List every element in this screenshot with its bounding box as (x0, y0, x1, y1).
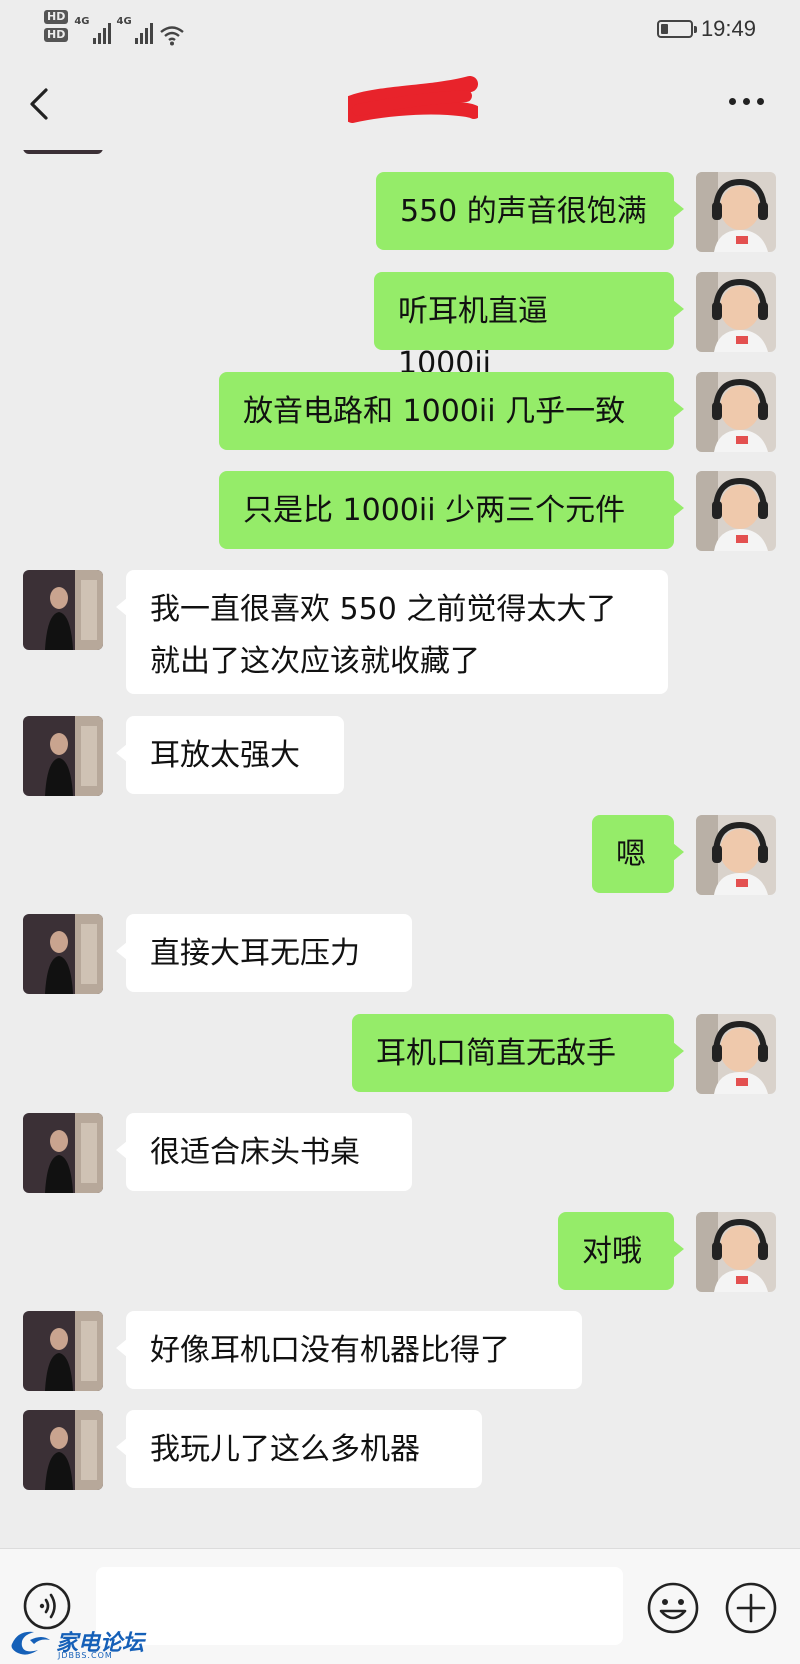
message-row: 对哦 (0, 1212, 800, 1292)
battery-icon (656, 20, 697, 38)
voice-icon[interactable] (22, 1581, 72, 1631)
message-row: 好像耳机口没有机器比得了 (0, 1311, 800, 1391)
redacted-title-scribble (348, 76, 478, 123)
received-message-bubble[interactable]: 很适合床头书桌 (116, 1113, 412, 1191)
message-row: 耳放太强大 (0, 716, 800, 796)
chat-messages[interactable]: 550 的声音很饱满听耳机直逼 1000ii 放音电路和 1000ii 几乎一致只… (0, 150, 800, 1548)
message-row: 听耳机直逼 1000ii (0, 272, 800, 381)
contact-avatar[interactable] (23, 716, 103, 796)
my-avatar[interactable] (696, 471, 776, 551)
contact-avatar[interactable] (23, 914, 103, 994)
message-row: 很适合床头书桌 (0, 1113, 800, 1193)
my-avatar[interactable] (696, 815, 776, 895)
forum-logo-icon (11, 1631, 50, 1655)
sent-message-bubble[interactable]: 耳机口简直无敌手 (352, 1014, 684, 1092)
sent-message-bubble[interactable]: 对哦 (558, 1212, 684, 1290)
network-type-2: 4G (116, 16, 132, 27)
sent-message-bubble[interactable]: 听耳机直逼 1000ii (374, 272, 684, 381)
my-avatar[interactable] (696, 372, 776, 452)
message-row: 直接大耳无压力 (0, 914, 800, 994)
message-row: 550 的声音很饱满 (0, 172, 800, 252)
my-avatar[interactable] (696, 1212, 776, 1292)
contact-avatar[interactable] (23, 1311, 103, 1391)
message-row: 放音电路和 1000ii 几乎一致 (0, 372, 800, 452)
status-bar: HD HD 4G 4G 19:49 (0, 0, 800, 60)
sent-message-bubble[interactable]: 只是比 1000ii 少两三个元件 (219, 471, 684, 549)
sent-message-bubble[interactable]: 嗯 (592, 815, 684, 893)
status-left: HD HD 4G 4G (44, 10, 185, 46)
wifi-icon (159, 26, 184, 46)
partial-avatar (23, 150, 103, 154)
contact-avatar[interactable] (23, 1113, 103, 1193)
contact-avatar[interactable] (23, 1410, 103, 1490)
status-right: 19:49 (656, 16, 756, 42)
watermark-logo: 家电论坛 JDBBS.COM (8, 1625, 144, 1660)
message-row: 耳机口简直无敌手 (0, 1014, 800, 1094)
message-row: 我玩儿了这么多机器 (0, 1410, 800, 1490)
sent-message-bubble[interactable]: 550 的声音很饱满 (376, 172, 684, 250)
chevron-left-icon[interactable] (22, 84, 62, 124)
input-bar: 家电论坛 JDBBS.COM (0, 1548, 800, 1664)
status-time: 19:49 (700, 16, 756, 41)
message-input[interactable] (96, 1567, 623, 1645)
battery-level (660, 24, 668, 34)
watermark-subtext: JDBBS.COM (58, 1651, 113, 1660)
received-message-bubble[interactable]: 耳放太强大 (116, 716, 344, 794)
received-message-bubble[interactable]: 好像耳机口没有机器比得了 (116, 1311, 582, 1389)
emoji-icon[interactable] (646, 1581, 700, 1635)
hd-badge-2: HD (44, 28, 69, 42)
signal-icon-1: 4G (74, 16, 111, 44)
my-avatar[interactable] (696, 172, 776, 252)
received-message-bubble[interactable]: 我玩儿了这么多机器 (116, 1410, 482, 1488)
hd-badge-1: HD (44, 10, 69, 24)
more-dots-icon[interactable] (729, 98, 764, 105)
signal-icon-2: 4G (117, 16, 153, 44)
chat-header (0, 60, 800, 150)
plus-icon[interactable] (724, 1581, 778, 1635)
message-row: 只是比 1000ii 少两三个元件 (0, 471, 800, 551)
my-avatar[interactable] (696, 1014, 776, 1094)
contact-avatar[interactable] (23, 570, 103, 650)
received-message-bubble[interactable]: 直接大耳无压力 (116, 914, 412, 992)
message-row: 嗯 (0, 815, 800, 895)
sent-message-bubble[interactable]: 放音电路和 1000ii 几乎一致 (219, 372, 684, 450)
network-type-1: 4G (74, 16, 90, 27)
hd-indicators: HD HD (44, 10, 69, 42)
received-message-bubble[interactable]: 我一直很喜欢 550 之前觉得太大了 就出了这次应该就收藏了 (116, 570, 668, 694)
message-row: 我一直很喜欢 550 之前觉得太大了 就出了这次应该就收藏了 (0, 570, 800, 694)
my-avatar[interactable] (696, 272, 776, 352)
